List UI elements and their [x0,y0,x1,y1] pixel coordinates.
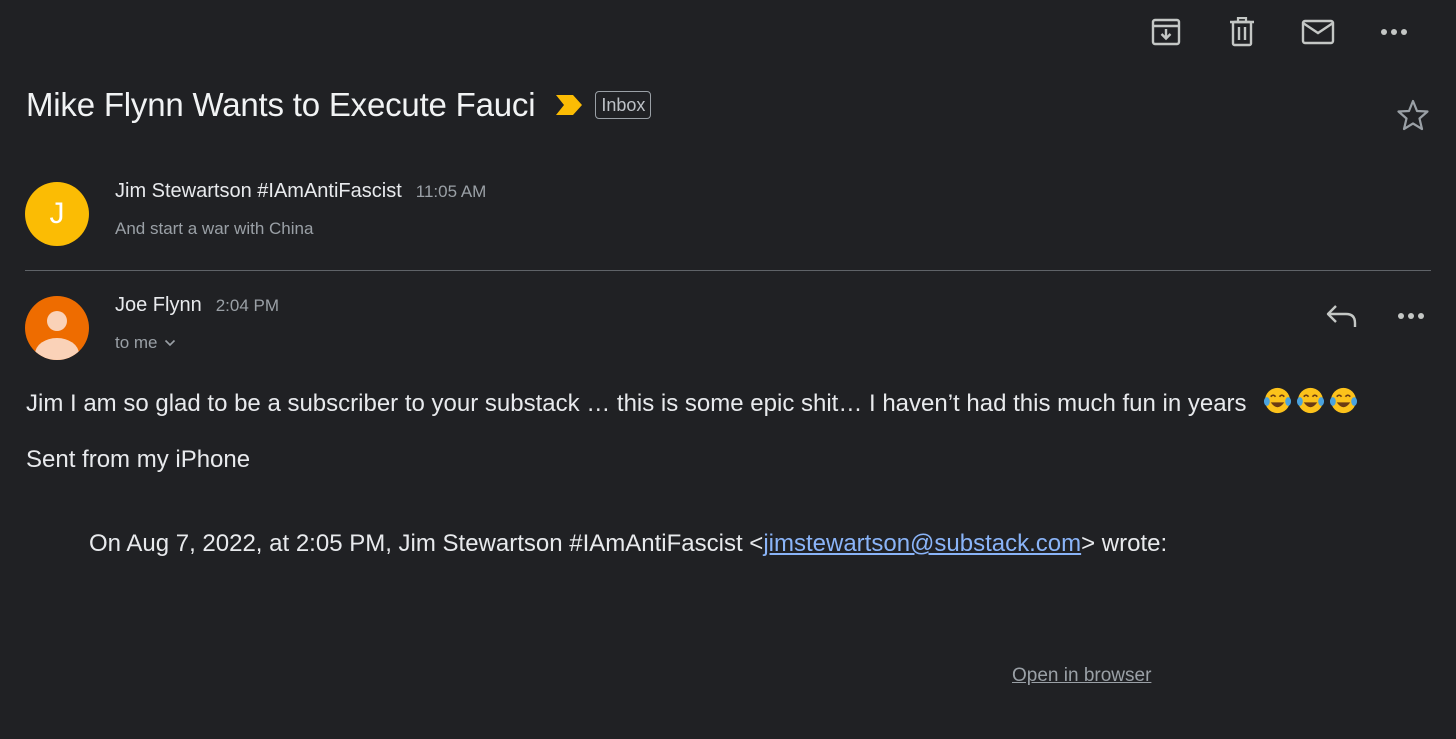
message-time: 2:04 PM [215,296,280,315]
quote-prefix: On Aug 7, 2022, at 2:05 PM, Jim Stewarts… [89,530,764,557]
sender-avatar-default[interactable] [25,296,89,360]
message-header[interactable]: Jim Stewartson #IAmAntiFascist 11:05 AM [115,180,486,203]
archive-icon [1151,18,1181,46]
mark-unread-button[interactable] [1280,12,1356,52]
email-signature: Sent from my iPhone [26,446,251,473]
open-in-browser-link[interactable]: Open in browser [1012,665,1151,687]
message-divider [25,270,1431,271]
more-horizontal-icon [1381,29,1407,35]
message-time: 11:05 AM [415,182,487,201]
emoji-group [1263,386,1358,415]
trash-icon [1230,17,1254,47]
inbox-label-chip[interactable]: Inbox [595,91,652,119]
message-header[interactable]: Joe Flynn 2:04 PM [115,294,279,317]
sender-name: Joe Flynn [115,294,202,316]
tears-of-joy-emoji-icon [1264,387,1292,414]
chevron-down-icon [164,339,175,347]
message-more-button[interactable] [1389,298,1433,334]
recipient-label: to me [115,333,158,352]
more-horizontal-icon [1398,313,1424,319]
email-subject: Mike Flynn Wants to Execute Fauci [26,86,536,123]
sender-avatar[interactable]: J [25,182,89,246]
recipient-details-toggle[interactable]: to me [115,333,176,353]
more-options-button[interactable] [1356,12,1432,52]
tears-of-joy-emoji-icon [1330,387,1358,414]
person-silhouette-icon [35,311,79,360]
sender-email-link[interactable]: jimstewartson@substack.com [763,530,1081,557]
quote-suffix: > wrote: [1081,530,1168,557]
mail-icon [1301,19,1335,45]
quoted-header: On Aug 7, 2022, at 2:05 PM, Jim Stewarts… [89,530,1167,558]
reply-icon [1326,305,1357,327]
message-body-text: Jim I am so glad to be a subscriber to y… [26,390,1247,417]
email-thread-view: Mike Flynn Wants to Execute Fauci Inbox … [0,0,1456,739]
star-icon[interactable] [1396,98,1430,132]
message-body: Jim I am so glad to be a subscriber to y… [26,386,1358,418]
top-toolbar [1128,12,1432,52]
subject-row: Mike Flynn Wants to Execute Fauci Inbox [26,86,652,124]
reply-button[interactable] [1320,298,1364,334]
avatar-letter: J [49,197,65,230]
sender-name: Jim Stewartson #IAmAntiFascist [115,180,402,202]
delete-button[interactable] [1204,12,1280,52]
importance-marker-icon[interactable] [555,94,583,116]
archive-button[interactable] [1128,12,1204,52]
tears-of-joy-emoji-icon [1297,387,1325,414]
message-snippet[interactable]: And start a war with China [115,219,313,239]
